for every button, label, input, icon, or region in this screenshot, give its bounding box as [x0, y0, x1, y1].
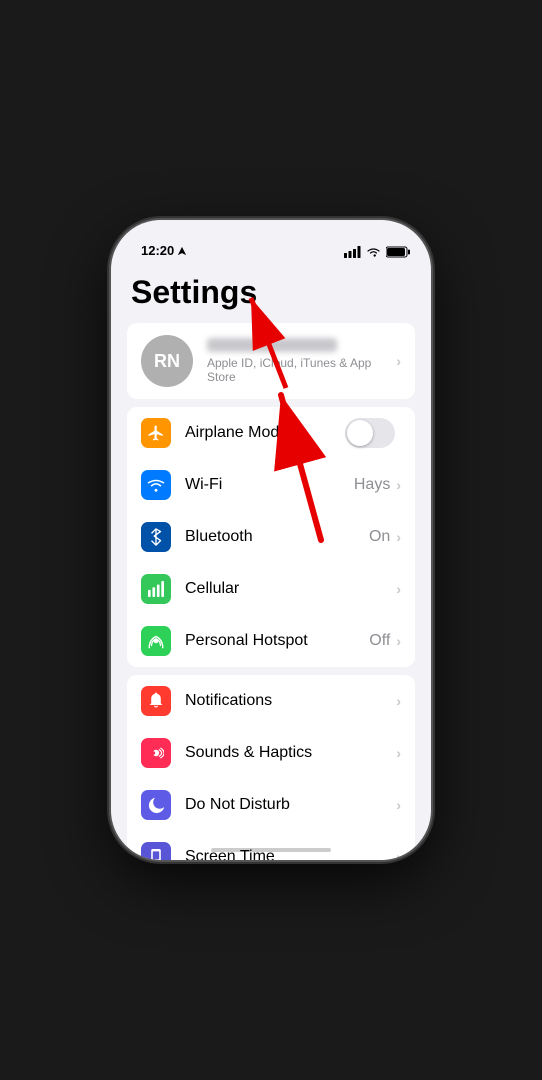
- status-icons: [344, 246, 411, 258]
- home-indicator[interactable]: [211, 848, 331, 852]
- screen: 12:20: [111, 220, 431, 860]
- wifi-status-icon: [366, 247, 381, 258]
- cellular-content: Cellular ›: [185, 580, 401, 598]
- cellular-icon: [141, 574, 171, 604]
- profile-info: Apple ID, iCloud, iTunes & App Store: [207, 338, 396, 384]
- signal-icon: [344, 246, 361, 258]
- status-time: 12:20: [141, 243, 174, 258]
- hotspot-content: Personal Hotspot Off ›: [185, 632, 401, 650]
- sounds-row[interactable]: Sounds & Haptics ›: [127, 727, 415, 779]
- phone-frame: 12:20: [111, 220, 431, 860]
- bluetooth-icon: [141, 522, 171, 552]
- wifi-content: Wi-Fi Hays ›: [185, 476, 401, 494]
- profile-subtitle: Apple ID, iCloud, iTunes & App Store: [207, 356, 396, 384]
- wifi-label: Wi-Fi: [185, 476, 222, 494]
- sounds-content: Sounds & Haptics ›: [185, 744, 401, 762]
- airplane-svg: [147, 424, 165, 442]
- bluetooth-content: Bluetooth On ›: [185, 528, 401, 546]
- wifi-value: Hays: [354, 476, 390, 494]
- sounds-icon: [141, 738, 171, 768]
- location-icon: [177, 246, 187, 256]
- hotspot-chevron: ›: [396, 633, 401, 649]
- profile-chevron: ›: [396, 353, 401, 369]
- airplane-mode-toggle[interactable]: [345, 418, 395, 448]
- hotspot-value: Off: [369, 632, 390, 650]
- sounds-label: Sounds & Haptics: [185, 744, 312, 762]
- notifications-section: Notifications › So: [127, 675, 415, 860]
- bluetooth-chevron: ›: [396, 529, 401, 545]
- wifi-chevron: ›: [396, 477, 401, 493]
- dnd-row[interactable]: Do Not Disturb ›: [127, 779, 415, 831]
- wifi-value-container: Hays ›: [354, 476, 401, 494]
- cellular-svg: [148, 581, 164, 597]
- screen-time-row[interactable]: Screen Time ›: [127, 831, 415, 860]
- dnd-label: Do Not Disturb: [185, 796, 290, 814]
- airplane-mode-row[interactable]: Airplane Mode: [127, 407, 415, 459]
- notifications-row[interactable]: Notifications ›: [127, 675, 415, 727]
- airplane-mode-icon: [141, 418, 171, 448]
- avatar: RN: [141, 335, 193, 387]
- sounds-svg: [148, 744, 164, 762]
- airplane-mode-content: Airplane Mode: [185, 418, 401, 448]
- hotspot-svg: [147, 632, 165, 650]
- bluetooth-value: On: [369, 528, 390, 546]
- cellular-label: Cellular: [185, 580, 239, 598]
- page-title: Settings: [111, 264, 431, 323]
- wifi-icon: [141, 470, 171, 500]
- notifications-svg: [148, 692, 164, 710]
- screen-time-svg: [148, 848, 164, 860]
- cellular-row[interactable]: Cellular ›: [127, 563, 415, 615]
- profile-name-blurred: [207, 338, 337, 352]
- dnd-chevron: ›: [396, 797, 401, 813]
- bluetooth-row[interactable]: Bluetooth On ›: [127, 511, 415, 563]
- notifications-content: Notifications ›: [185, 692, 401, 710]
- hotspot-value-container: Off ›: [369, 632, 401, 650]
- connectivity-section: Airplane Mode Wi-Fi: [127, 407, 415, 667]
- bluetooth-value-container: On ›: [369, 528, 401, 546]
- battery-icon: [386, 246, 411, 258]
- hotspot-icon: [141, 626, 171, 656]
- dnd-svg: [148, 797, 165, 814]
- settings-content: Settings RN: [111, 264, 431, 860]
- wifi-svg: [147, 478, 165, 492]
- wifi-row[interactable]: Wi-Fi Hays ›: [127, 459, 415, 511]
- dnd-icon: [141, 790, 171, 820]
- notifications-chevron: ›: [396, 693, 401, 709]
- bluetooth-svg: [149, 528, 163, 546]
- dnd-content: Do Not Disturb ›: [185, 796, 401, 814]
- notifications-icon: [141, 686, 171, 716]
- status-bar: 12:20: [111, 220, 431, 264]
- notifications-label: Notifications: [185, 692, 272, 710]
- profile-row[interactable]: RN Apple ID, iCloud, iTunes & App Store …: [127, 323, 415, 399]
- profile-section: RN Apple ID, iCloud, iTunes & App Store …: [127, 323, 415, 399]
- screen-time-icon: [141, 842, 171, 860]
- airplane-mode-label: Airplane Mode: [185, 424, 288, 442]
- hotspot-label: Personal Hotspot: [185, 632, 308, 650]
- hotspot-row[interactable]: Personal Hotspot Off ›: [127, 615, 415, 667]
- sounds-chevron: ›: [396, 745, 401, 761]
- bluetooth-label: Bluetooth: [185, 528, 253, 546]
- cellular-chevron: ›: [396, 581, 401, 597]
- screen-time-chevron: ›: [396, 849, 401, 860]
